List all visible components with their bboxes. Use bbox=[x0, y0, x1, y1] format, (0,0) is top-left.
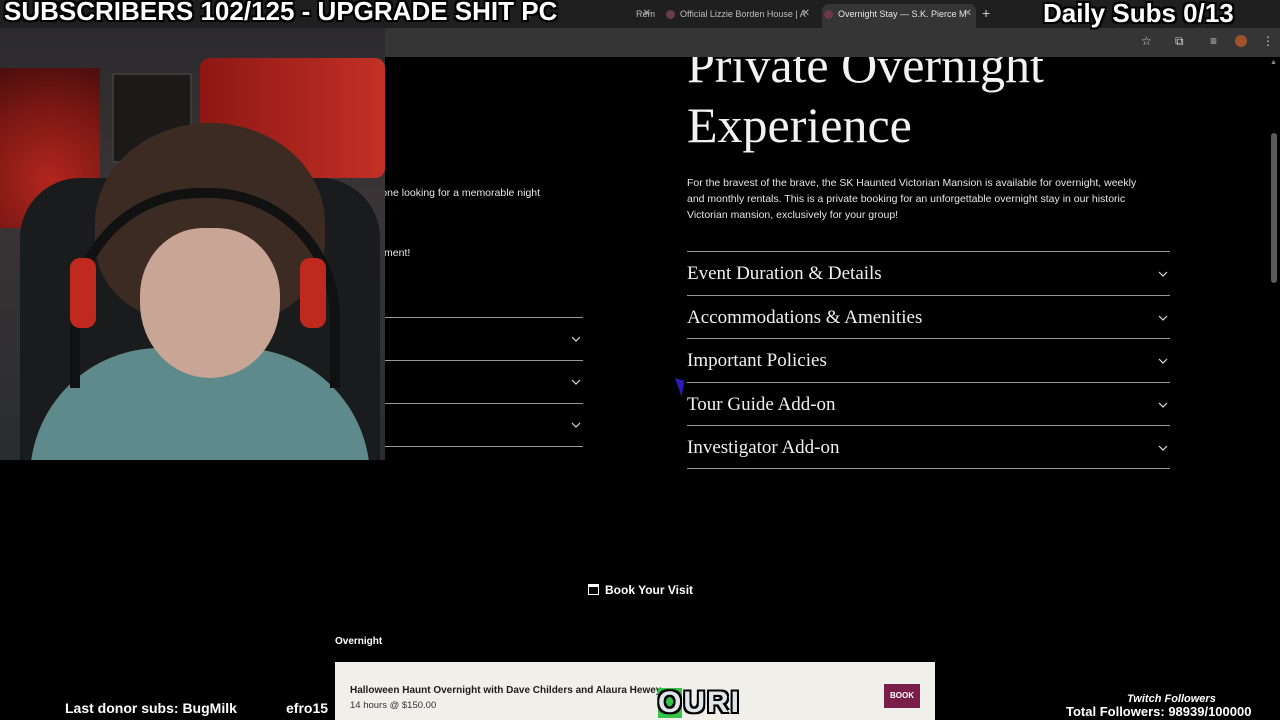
accordion-label: Investigator Add-on bbox=[687, 437, 840, 458]
headset-earcup bbox=[300, 258, 326, 328]
accordion-event-duration[interactable]: Event Duration & Details bbox=[687, 251, 1170, 294]
kouri-logo: OURI bbox=[658, 686, 741, 719]
calendar-icon bbox=[588, 584, 599, 595]
page-title: Private Overnight Experience bbox=[687, 57, 1044, 155]
accordion-label: Event Duration & Details bbox=[687, 263, 882, 284]
tab-favicon-icon bbox=[666, 10, 675, 19]
total-followers-text: Total Followers: 98939/100000 bbox=[1066, 704, 1252, 719]
event-meta: 14 hours @ $150.00 bbox=[350, 700, 437, 711]
book-your-visit-heading: Book Your Visit bbox=[588, 583, 693, 597]
close-tab-icon[interactable]: ✕ bbox=[643, 4, 651, 24]
chevron-down-icon bbox=[571, 422, 581, 428]
chevron-down-icon bbox=[1158, 445, 1168, 451]
plus-icon[interactable]: + bbox=[982, 5, 990, 21]
book-visit-label: Book Your Visit bbox=[605, 583, 694, 597]
accordion-accommodations[interactable]: Accommodations & Amenities bbox=[687, 295, 1170, 338]
chevron-down-icon bbox=[571, 336, 581, 342]
page-title-line1: Private Overnight bbox=[687, 57, 1044, 93]
accordion-tour-guide[interactable]: Tour Guide Add-on bbox=[687, 382, 1170, 425]
last-donor-text: Last donor subs: BugMilk bbox=[65, 700, 237, 716]
webcam-overlay bbox=[0, 28, 385, 460]
extensions-icon[interactable]: ⧉ bbox=[1175, 34, 1184, 49]
chevron-down-icon bbox=[1158, 315, 1168, 321]
tab-label: Official Lizzie Borden House | A bbox=[680, 9, 806, 19]
book-button[interactable]: BOOK bbox=[884, 684, 920, 708]
event-card[interactable]: Halloween Haunt Overnight with Dave Chil… bbox=[335, 662, 935, 720]
accordion-label: Important Policies bbox=[687, 350, 827, 371]
scroll-thumb[interactable] bbox=[1271, 133, 1277, 283]
accordion-label: Tour Guide Add-on bbox=[687, 394, 836, 415]
accordion-divider bbox=[687, 468, 1170, 469]
chevron-down-icon bbox=[1158, 271, 1168, 277]
media-icon[interactable]: ≡ bbox=[1210, 34, 1217, 48]
accordion-policies[interactable]: Important Policies bbox=[687, 338, 1170, 381]
page-scrollbar[interactable]: ▲ bbox=[1268, 57, 1280, 720]
tab-favicon-icon bbox=[824, 10, 833, 19]
chevron-down-icon bbox=[1158, 402, 1168, 408]
headset-earcup bbox=[70, 258, 96, 328]
event-name: Halloween Haunt Overnight with Dave Chil… bbox=[350, 685, 662, 696]
accordion-label: Accommodations & Amenities bbox=[687, 307, 923, 328]
profile-icon[interactable] bbox=[1235, 35, 1247, 47]
close-tab-icon[interactable]: ✕ bbox=[964, 4, 972, 24]
booking-section-label: Overnight bbox=[335, 636, 383, 647]
star-icon[interactable]: ☆ bbox=[1141, 34, 1152, 48]
chevron-down-icon bbox=[571, 379, 581, 385]
subscriber-goal-text: SUBSCRIBERS 102/125 - UPGRADE SHIT PC bbox=[4, 0, 558, 26]
page-description: For the bravest of the brave, the SK Hau… bbox=[687, 177, 1137, 221]
scroll-up-icon[interactable]: ▲ bbox=[1270, 59, 1277, 66]
browser-tab[interactable]: Official Lizzie Borden House | A ✕ bbox=[664, 4, 814, 28]
chevron-down-icon bbox=[1158, 358, 1168, 364]
page-title-line2: Experience bbox=[687, 97, 912, 153]
tab-label: Overnight Stay — S.K. Pierce M bbox=[838, 9, 967, 19]
browser-tab-active[interactable]: Overnight Stay — S.K. Pierce M ✕ bbox=[822, 4, 976, 28]
menu-icon[interactable]: ⋮ bbox=[1262, 34, 1274, 48]
ticker-text: efro15 bbox=[286, 700, 329, 716]
daily-subs-text: Daily Subs 0/13 bbox=[1043, 0, 1234, 28]
accordion-investigator[interactable]: Investigator Add-on bbox=[687, 425, 1170, 468]
close-tab-icon[interactable]: ✕ bbox=[802, 4, 810, 24]
